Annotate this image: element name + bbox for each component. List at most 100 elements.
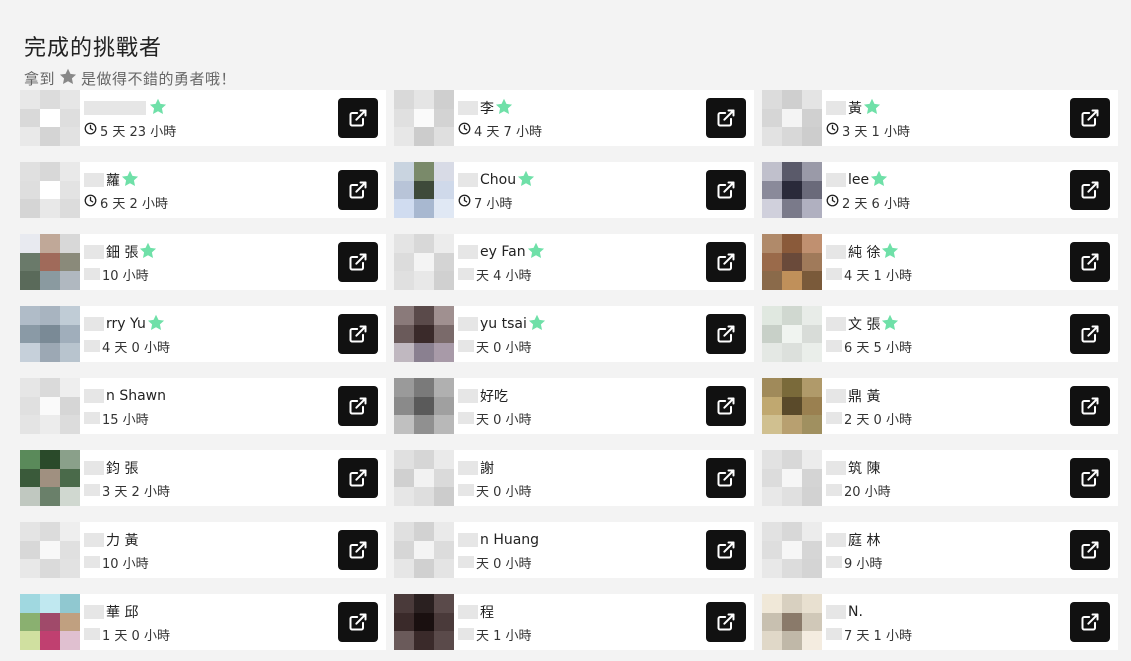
challenger-name-row: 純 徐 bbox=[826, 242, 1058, 262]
completion-time: 7 天 1 小時 bbox=[844, 628, 912, 644]
star-icon bbox=[527, 242, 545, 263]
redacted-name bbox=[84, 101, 146, 115]
challenger-name-row bbox=[84, 98, 326, 118]
challenger-card: 蘿 6 天 2 小時 bbox=[20, 162, 386, 218]
redacted-icon bbox=[826, 484, 842, 496]
challenger-name: 鈿 張 bbox=[106, 245, 139, 261]
completion-time: 1 天 0 小時 bbox=[102, 628, 170, 644]
challenger-name: yu tsai bbox=[480, 316, 527, 332]
redacted-icon bbox=[458, 628, 474, 640]
challenger-name-row: 李 bbox=[458, 98, 694, 118]
open-link-button[interactable] bbox=[338, 602, 378, 642]
avatar bbox=[762, 594, 822, 650]
completion-time-row: 天 4 小時 bbox=[458, 264, 694, 284]
avatar bbox=[762, 306, 822, 362]
redacted-name bbox=[458, 605, 478, 619]
challenger-name: N. bbox=[848, 604, 863, 620]
open-link-button[interactable] bbox=[706, 242, 746, 282]
external-link-icon bbox=[1080, 612, 1100, 632]
redacted-icon bbox=[458, 484, 474, 496]
challenger-name: lee bbox=[848, 172, 870, 188]
open-link-button[interactable] bbox=[1070, 386, 1110, 426]
completion-time-row: 天 1 小時 bbox=[458, 624, 694, 644]
avatar bbox=[20, 234, 80, 290]
challenger-card: yu tsai 天 0 小時 bbox=[394, 306, 754, 362]
completion-time-row: 天 0 小時 bbox=[458, 552, 694, 572]
open-link-button[interactable] bbox=[1070, 242, 1110, 282]
open-link-button[interactable] bbox=[706, 458, 746, 498]
open-link-button[interactable] bbox=[338, 386, 378, 426]
open-link-button[interactable] bbox=[338, 458, 378, 498]
challenger-name-row: 文 張 bbox=[826, 314, 1058, 334]
challenger-name-row: Chou bbox=[458, 170, 694, 190]
challenger-name-row: N. bbox=[826, 602, 1058, 622]
subtitle-prefix: 拿到 bbox=[24, 70, 56, 88]
challenger-card: Chou 7 小時 bbox=[394, 162, 754, 218]
challenger-card: 5 天 23 小時 bbox=[20, 90, 386, 146]
redacted-name bbox=[84, 245, 104, 259]
challenger-card: 純 徐 4 天 1 小時 bbox=[762, 234, 1118, 290]
challenger-name: 鈞 張 bbox=[106, 461, 139, 477]
completion-time: 天 0 小時 bbox=[476, 340, 532, 356]
challenger-card: n Huang 天 0 小時 bbox=[394, 522, 754, 578]
clock-icon bbox=[458, 122, 471, 139]
open-link-button[interactable] bbox=[1070, 170, 1110, 210]
open-link-button[interactable] bbox=[338, 530, 378, 570]
completion-time-row: 天 0 小時 bbox=[458, 480, 694, 500]
redacted-name bbox=[826, 101, 846, 115]
avatar bbox=[394, 90, 454, 146]
external-link-icon bbox=[716, 324, 736, 344]
redacted-name bbox=[458, 173, 478, 187]
avatar bbox=[394, 234, 454, 290]
completion-time-row: 10 小時 bbox=[84, 552, 326, 572]
completion-time: 20 小時 bbox=[844, 484, 891, 500]
challenger-grid: 5 天 23 小時 李 4 天 7 小時 黃 3 天 1 小時蘿 6 天 2 小時 Chou… bbox=[20, 90, 1118, 650]
external-link-icon bbox=[1080, 252, 1100, 272]
avatar bbox=[20, 90, 80, 146]
challenger-name-row: 力 黃 bbox=[84, 530, 326, 550]
challenger-name-row: 黃 bbox=[826, 98, 1058, 118]
open-link-button[interactable] bbox=[706, 530, 746, 570]
open-link-button[interactable] bbox=[338, 242, 378, 282]
open-link-button[interactable] bbox=[706, 98, 746, 138]
redacted-icon bbox=[84, 556, 100, 568]
open-link-button[interactable] bbox=[338, 170, 378, 210]
open-link-button[interactable] bbox=[1070, 98, 1110, 138]
open-link-button[interactable] bbox=[1070, 530, 1110, 570]
completion-time: 15 小時 bbox=[102, 412, 149, 428]
challenger-name-row: lee bbox=[826, 170, 1058, 190]
challenger-name-row: n Huang bbox=[458, 530, 694, 550]
completion-time-row: 6 天 2 小時 bbox=[84, 192, 326, 212]
challenger-card: 庭 林 9 小時 bbox=[762, 522, 1118, 578]
open-link-button[interactable] bbox=[1070, 458, 1110, 498]
avatar bbox=[762, 450, 822, 506]
avatar bbox=[394, 522, 454, 578]
challenger-card: 華 邱 1 天 0 小時 bbox=[20, 594, 386, 650]
avatar bbox=[762, 378, 822, 434]
completion-time: 天 4 小時 bbox=[476, 268, 532, 284]
challenger-name: 蘿 bbox=[106, 173, 120, 189]
open-link-button[interactable] bbox=[1070, 314, 1110, 354]
open-link-button[interactable] bbox=[706, 602, 746, 642]
external-link-icon bbox=[348, 468, 368, 488]
open-link-button[interactable] bbox=[706, 170, 746, 210]
completion-time-row: 3 天 2 小時 bbox=[84, 480, 326, 500]
challenger-name-row: 蘿 bbox=[84, 170, 326, 190]
open-link-button[interactable] bbox=[1070, 602, 1110, 642]
redacted-name bbox=[458, 533, 478, 547]
open-link-button[interactable] bbox=[338, 98, 378, 138]
redacted-name bbox=[458, 461, 478, 475]
redacted-name bbox=[84, 317, 104, 331]
challenger-name-row: yu tsai bbox=[458, 314, 694, 334]
external-link-icon bbox=[716, 612, 736, 632]
completion-time: 2 天 0 小時 bbox=[844, 412, 912, 428]
completion-time-row: 10 小時 bbox=[84, 264, 326, 284]
challenger-card: 黃 3 天 1 小時 bbox=[762, 90, 1118, 146]
subtitle-suffix: 是做得不錯的勇者哦！ bbox=[81, 70, 237, 88]
open-link-button[interactable] bbox=[706, 314, 746, 354]
completion-time: 天 0 小時 bbox=[476, 484, 532, 500]
open-link-button[interactable] bbox=[338, 314, 378, 354]
challenger-card: 李 4 天 7 小時 bbox=[394, 90, 754, 146]
redacted-icon bbox=[84, 412, 100, 424]
open-link-button[interactable] bbox=[706, 386, 746, 426]
